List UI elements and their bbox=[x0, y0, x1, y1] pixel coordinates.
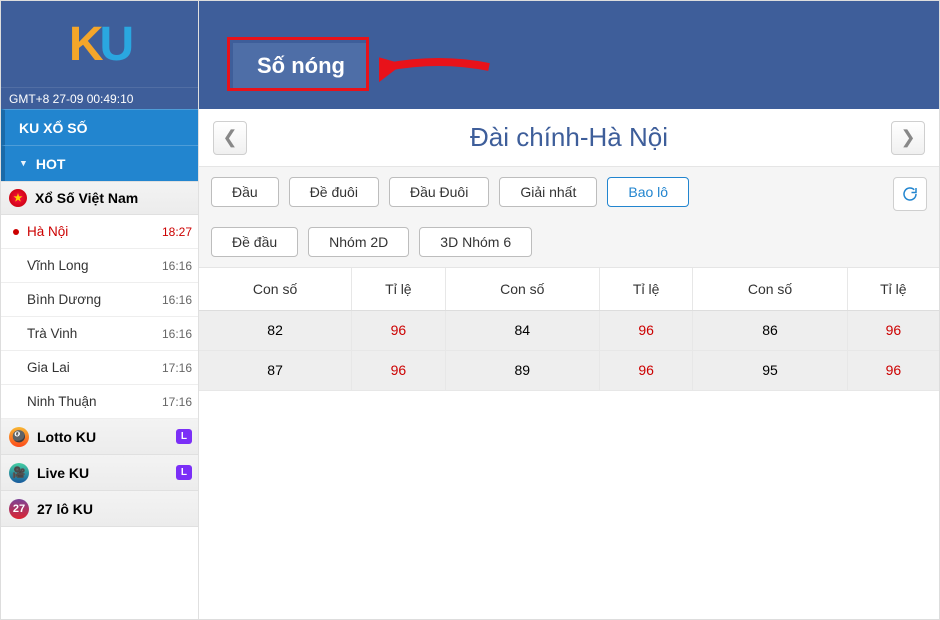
live-icon: 🎥 bbox=[9, 463, 29, 483]
lottery-name: Trà Vinh bbox=[27, 326, 77, 341]
lottery-name: Bình Dương bbox=[27, 292, 101, 307]
sidebar-item-gialai[interactable]: Gia Lai 17:16 bbox=[1, 351, 198, 385]
lottery-name: Vĩnh Long bbox=[27, 258, 89, 273]
sidebar-item-ninhthuan[interactable]: Ninh Thuận 17:16 bbox=[1, 385, 198, 419]
prev-button[interactable]: ❮ bbox=[213, 121, 247, 155]
filter-dau[interactable]: Đầu bbox=[211, 177, 279, 207]
cat-label: 27 lô KU bbox=[37, 501, 93, 517]
lottery-time: 16:16 bbox=[162, 293, 192, 307]
refresh-button[interactable] bbox=[893, 177, 927, 211]
star-icon: ★ bbox=[9, 189, 27, 207]
cell-rate: 96 bbox=[352, 310, 445, 350]
content-panel: ❮ Đài chính-Hà Nội ❯ Đầu Đề đuôi Đầu Đuô… bbox=[199, 109, 939, 619]
th-conso: Con số bbox=[445, 268, 599, 310]
sidebar-cat-liveku[interactable]: 🎥 Live KU L bbox=[1, 455, 198, 491]
logo-k: K bbox=[69, 18, 100, 71]
cell-rate: 96 bbox=[847, 310, 939, 350]
cell-num: 82 bbox=[199, 310, 352, 350]
app-root: KU GMT+8 27-09 00:49:10 KU XỔ SỐ HOT ★ X… bbox=[0, 0, 940, 620]
cell-rate: 96 bbox=[352, 350, 445, 390]
sidebar-item-binhduong[interactable]: Bình Dương 16:16 bbox=[1, 283, 198, 317]
tab-so-nong[interactable]: Số nóng bbox=[231, 41, 371, 91]
active-dot-icon bbox=[13, 229, 19, 235]
cat-label: Live KU bbox=[37, 465, 89, 481]
lottery-time: 16:16 bbox=[162, 327, 192, 341]
cell-rate: 96 bbox=[599, 350, 692, 390]
page-title: Đài chính-Hà Nội bbox=[470, 122, 668, 153]
cell-num: 89 bbox=[445, 350, 599, 390]
clock: GMT+8 27-09 00:49:10 bbox=[1, 87, 198, 109]
th-tile: Tỉ lệ bbox=[352, 268, 445, 310]
cell-num: 95 bbox=[693, 350, 847, 390]
filter-3dnhom6[interactable]: 3D Nhóm 6 bbox=[419, 227, 532, 257]
logo: KU bbox=[1, 1, 198, 87]
nav-section-hot-label: HOT bbox=[36, 156, 66, 172]
filter-nhom2d[interactable]: Nhóm 2D bbox=[308, 227, 409, 257]
nav-section-kuxoso[interactable]: KU XỔ SỐ bbox=[1, 109, 198, 145]
lottery-name: Hà Nội bbox=[27, 224, 68, 239]
cell-rate: 96 bbox=[847, 350, 939, 390]
logo-u: U bbox=[100, 18, 131, 71]
sidebar-item-hanoi[interactable]: Hà Nội 18:27 bbox=[1, 215, 198, 249]
title-row: ❮ Đài chính-Hà Nội ❯ bbox=[199, 109, 939, 167]
filter-baolo[interactable]: Bao lô bbox=[607, 177, 689, 207]
filter-wrap: Đầu Đề đuôi Đầu Đuôi Giải nhất Bao lô Đề… bbox=[211, 177, 851, 257]
lotto-icon: 🎱 bbox=[9, 427, 29, 447]
lottery-time: 18:27 bbox=[162, 225, 192, 239]
results-table: Con số Tỉ lệ Con số Tỉ lệ Con số Tỉ lệ 8… bbox=[199, 268, 939, 391]
cell-num: 86 bbox=[693, 310, 847, 350]
th-conso: Con số bbox=[199, 268, 352, 310]
top-tab-area: Số nóng bbox=[199, 1, 939, 109]
sidebar-item-travinh[interactable]: Trà Vinh 16:16 bbox=[1, 317, 198, 351]
sidebar-cat-27loku[interactable]: 27 27 lô KU bbox=[1, 491, 198, 527]
filter-bar: Đầu Đề đuôi Đầu Đuôi Giải nhất Bao lô Đề… bbox=[199, 167, 939, 268]
sidebar: KU GMT+8 27-09 00:49:10 KU XỔ SỐ HOT ★ X… bbox=[1, 1, 199, 619]
th-conso: Con số bbox=[693, 268, 847, 310]
next-button[interactable]: ❯ bbox=[891, 121, 925, 155]
th-tile: Tỉ lệ bbox=[599, 268, 692, 310]
lo-icon: 27 bbox=[9, 499, 29, 519]
live-badge: L bbox=[176, 465, 192, 480]
table-header-row: Con số Tỉ lệ Con số Tỉ lệ Con số Tỉ lệ bbox=[199, 268, 939, 310]
table-row: 87 96 89 96 95 96 bbox=[199, 350, 939, 390]
sidebar-group-label: Xổ Số Việt Nam bbox=[35, 190, 138, 206]
main-panel: Số nóng ❮ Đài chính-Hà Nội ❯ Đầu Đề đuôi… bbox=[199, 1, 939, 619]
filter-dauduoi[interactable]: Đầu Đuôi bbox=[389, 177, 489, 207]
lottery-time: 16:16 bbox=[162, 259, 192, 273]
lottery-time: 17:16 bbox=[162, 395, 192, 409]
cat-label: Lotto KU bbox=[37, 429, 96, 445]
refresh-icon bbox=[901, 185, 919, 203]
cell-rate: 96 bbox=[599, 310, 692, 350]
filter-giainhat[interactable]: Giải nhất bbox=[499, 177, 597, 207]
lottery-name: Ninh Thuận bbox=[27, 394, 97, 409]
cell-num: 84 bbox=[445, 310, 599, 350]
sidebar-group-vietnam[interactable]: ★ Xổ Số Việt Nam bbox=[1, 181, 198, 215]
sidebar-item-vinhlong[interactable]: Vĩnh Long 16:16 bbox=[1, 249, 198, 283]
th-tile: Tỉ lệ bbox=[847, 268, 939, 310]
sidebar-cat-lottoku[interactable]: 🎱 Lotto KU L bbox=[1, 419, 198, 455]
filter-deduoi[interactable]: Đề đuôi bbox=[289, 177, 379, 207]
cell-num: 87 bbox=[199, 350, 352, 390]
lottery-name: Gia Lai bbox=[27, 360, 70, 375]
table-row: 82 96 84 96 86 96 bbox=[199, 310, 939, 350]
nav-section-hot[interactable]: HOT bbox=[1, 145, 198, 181]
filter-dedau[interactable]: Đề đầu bbox=[211, 227, 298, 257]
logo-text: KU bbox=[69, 17, 130, 72]
live-badge: L bbox=[176, 429, 192, 444]
annotation-arrow-icon bbox=[379, 47, 499, 97]
lottery-time: 17:16 bbox=[162, 361, 192, 375]
